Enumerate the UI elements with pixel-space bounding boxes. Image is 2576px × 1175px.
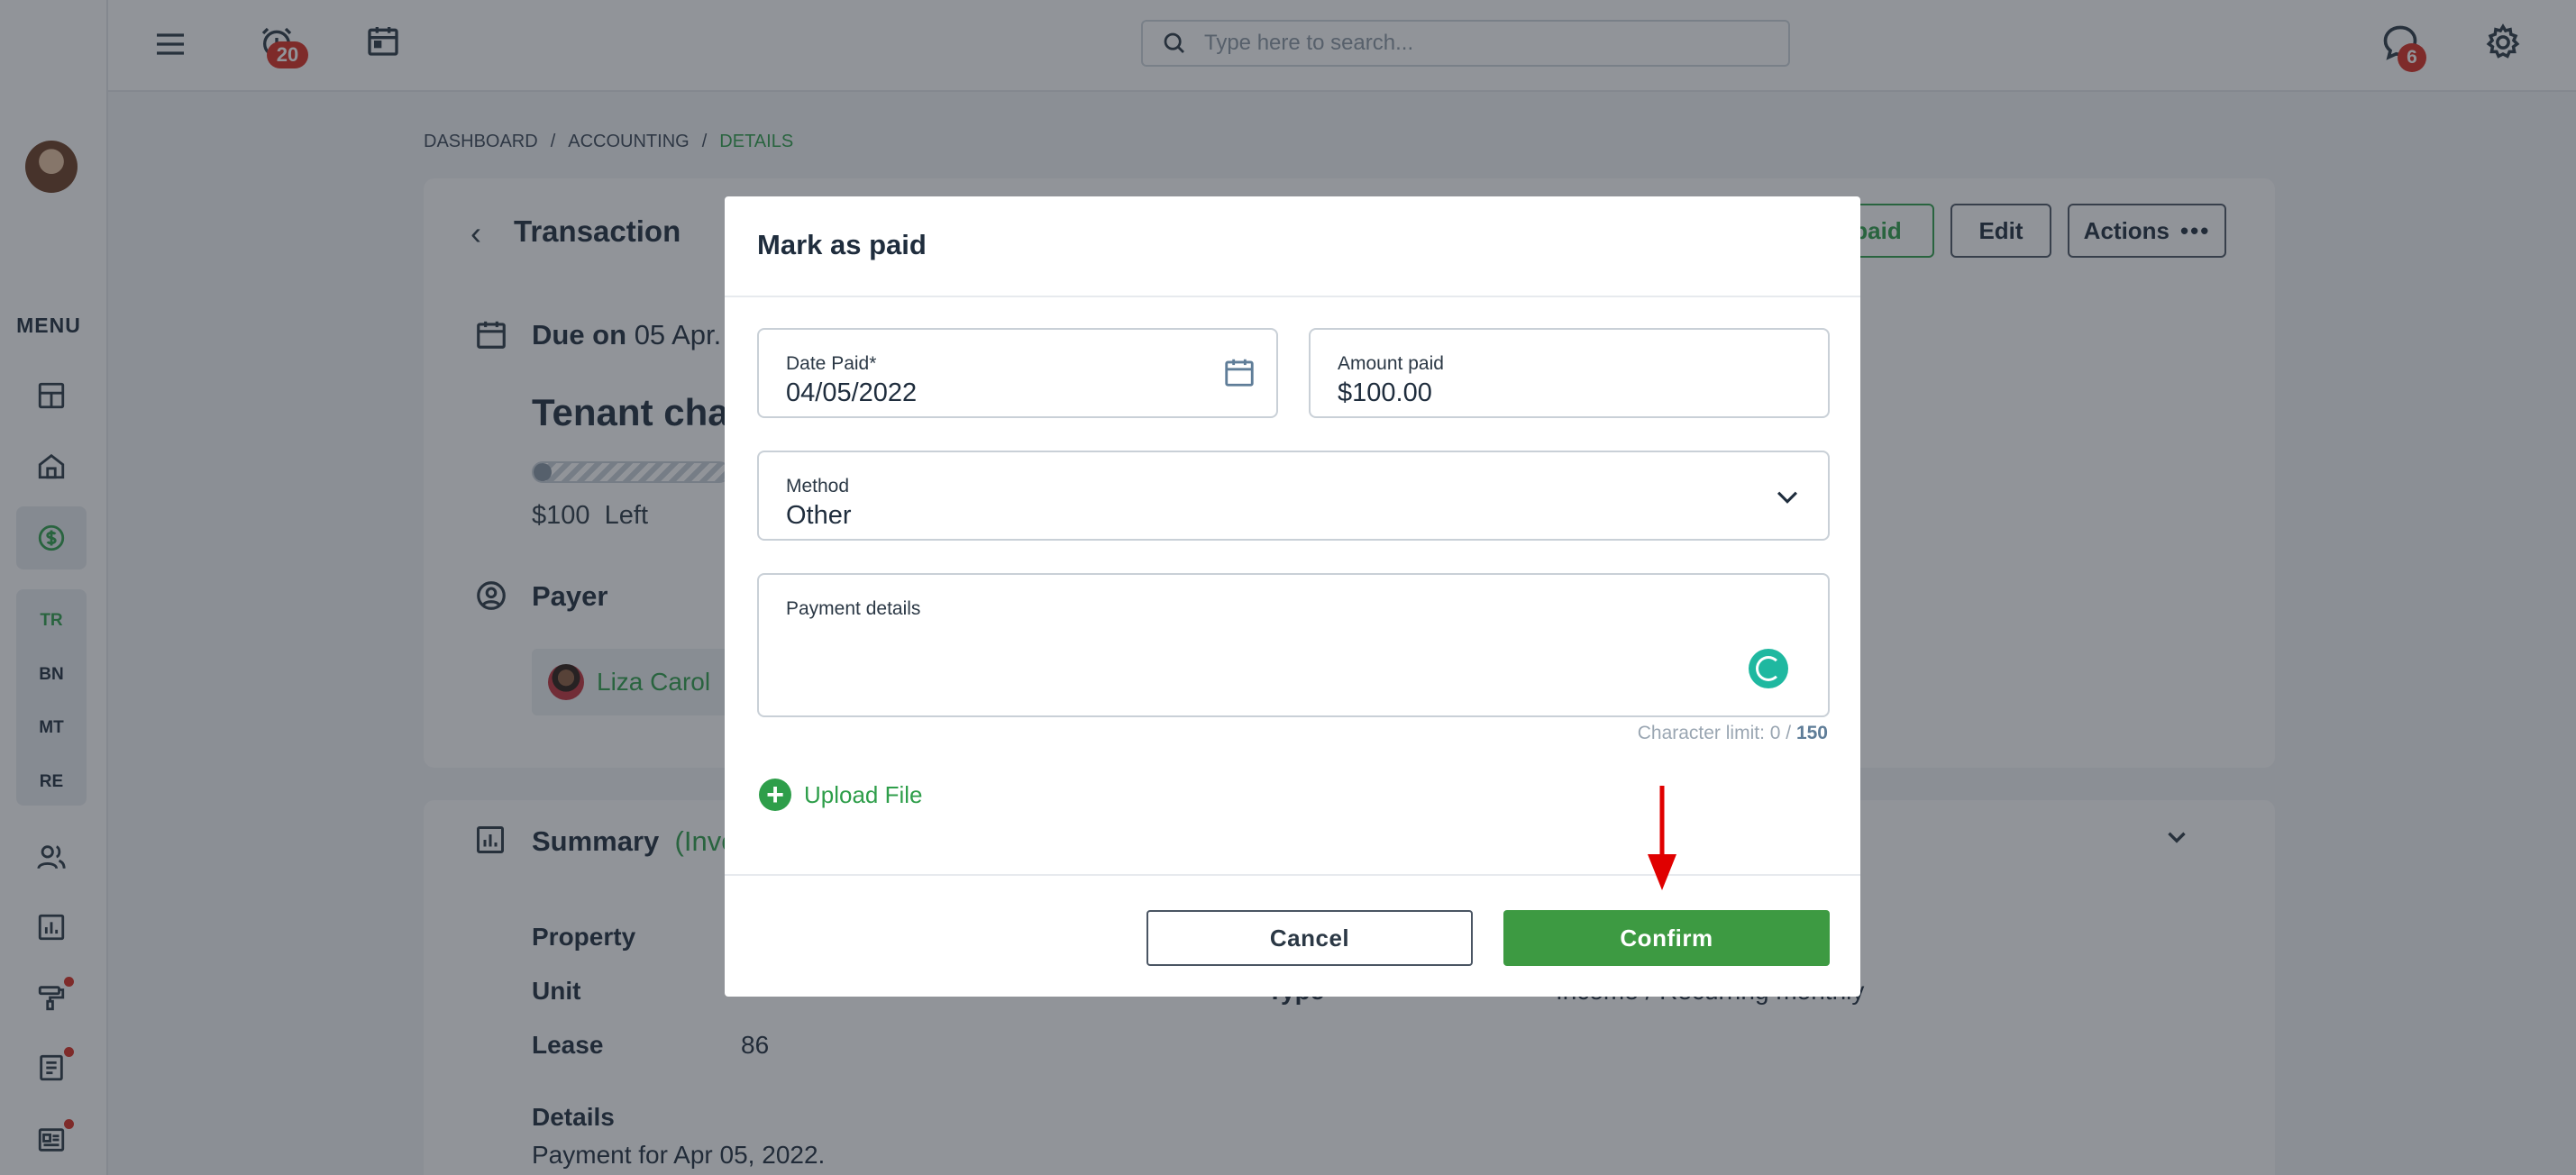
upload-file-label: Upload File [804, 780, 923, 808]
modal-header-divider [725, 296, 1860, 297]
cancel-button[interactable]: Cancel [1146, 910, 1473, 966]
date-paid-label: Date Paid* [786, 353, 877, 374]
amount-paid-value: $100.00 [1338, 378, 1432, 407]
modal-footer-divider [725, 874, 1860, 876]
method-select[interactable]: Method Other [757, 451, 1830, 541]
upload-file-button[interactable]: + Upload File [759, 779, 923, 811]
character-limit: Character limit: 0 / 150 [1638, 723, 1828, 744]
date-paid-value: 04/05/2022 [786, 378, 918, 407]
plus-circle-icon: + [759, 779, 791, 811]
mark-as-paid-modal: Mark as paid Date Paid* 04/05/2022 Amoun… [725, 196, 1860, 997]
payment-details-label: Payment details [786, 598, 921, 619]
char-limit-max: 150 [1795, 723, 1828, 743]
amount-paid-field[interactable]: Amount paid $100.00 [1309, 328, 1830, 418]
confirm-button[interactable]: Confirm [1503, 910, 1830, 966]
annotation-arrow-icon [1648, 786, 1676, 890]
payment-details-textarea[interactable]: Payment details [757, 573, 1830, 717]
chevron-down-icon [1772, 481, 1803, 516]
amount-paid-label: Amount paid [1338, 353, 1444, 374]
date-paid-field[interactable]: Date Paid* 04/05/2022 [757, 328, 1278, 418]
char-limit-prefix: Character limit: 0 / [1637, 723, 1792, 743]
calendar-picker-icon[interactable] [1222, 355, 1256, 394]
method-label: Method [786, 476, 850, 496]
loading-spinner-icon [1749, 649, 1788, 688]
modal-title: Mark as paid [757, 229, 927, 260]
method-value: Other [786, 501, 852, 530]
